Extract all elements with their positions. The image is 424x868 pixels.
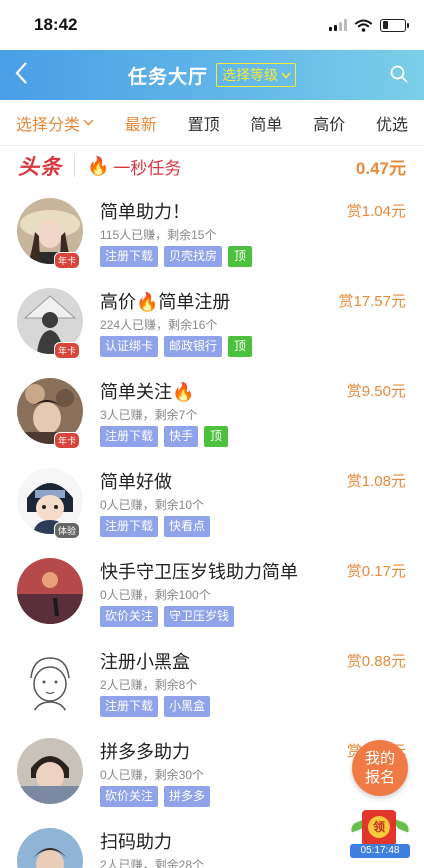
filter-latest[interactable]: 最新 [125, 111, 157, 135]
task-stats: 2人已赚，剩余28个 [100, 858, 205, 868]
headline-banner[interactable]: 头条 🔥 一秒任务 0.47元 [0, 146, 424, 186]
filter-bar: 选择分类 最新 置顶 简单 高价 优选 [0, 100, 424, 146]
filter-high-price[interactable]: 高价 [313, 111, 345, 135]
my-signups-button[interactable]: 我的 报名 [352, 740, 408, 796]
task-tag: 砍价关注 [100, 606, 159, 627]
task-tag: 快看点 [164, 516, 211, 537]
task-stats: 2人已赚，剩余8个 [100, 678, 198, 692]
task-title: 简单关注🔥 [100, 378, 194, 404]
pinned-tag: 顶 [228, 336, 253, 357]
task-title: 快手守卫压岁钱助力简单 [100, 562, 298, 582]
back-arrow-icon[interactable] [14, 61, 28, 89]
task-tags: 注册下载 小黑盒 [100, 696, 211, 717]
membership-badge: 体验 [54, 522, 81, 539]
divider [74, 155, 75, 177]
fire-icon: 🔥 [136, 292, 159, 312]
task-item[interactable]: 年卡 简单助力！ 115人已赚，剩余15个 赏1.04元 注册下载 贝壳找房 顶 [0, 186, 424, 276]
chevron-down-icon [83, 119, 94, 126]
filter-pinned[interactable]: 置顶 [188, 111, 220, 135]
task-stats: 115人已赚，剩余15个 [100, 228, 217, 242]
filter-category[interactable]: 选择分类 [16, 111, 94, 135]
task-title: 扫码助力 [100, 832, 172, 852]
avatar [17, 558, 83, 624]
task-tags: 注册下载 贝壳找房 顶 [100, 246, 253, 267]
wifi-icon [355, 19, 372, 32]
task-item[interactable]: 快手守卫压岁钱助力简单 0人已赚，剩余100个 赏0.17元 砍价关注 守卫压岁… [0, 546, 424, 636]
task-reward: 赏1.08元 [346, 473, 406, 490]
task-title: 简单好做 [100, 472, 172, 492]
task-tags: 砍价关注 守卫压岁钱 [100, 606, 235, 627]
task-stats: 224人已赚，剩余16个 [100, 318, 218, 332]
task-stats: 3人已赚，剩余7个 [100, 408, 198, 422]
task-stats: 0人已赚，剩余100个 [100, 588, 211, 602]
fire-icon: 🔥 [87, 155, 110, 176]
status-icons [329, 18, 409, 32]
task-title-part: 简单注册 [158, 292, 231, 312]
task-tags: 砍价关注 拼多多 [100, 786, 211, 807]
membership-badge: 年卡 [54, 342, 81, 359]
task-title: 拼多多助力 [100, 742, 190, 762]
headline-text: 一秒任务 [113, 158, 182, 178]
task-title: 简单助力！ [100, 202, 190, 222]
avatar [17, 828, 83, 868]
membership-badge: 年卡 [54, 432, 81, 449]
task-stats: 0人已赚，剩余10个 [100, 498, 205, 512]
task-tags: 认证绑卡 邮政银行 顶 [100, 336, 253, 357]
task-tag: 小黑盒 [164, 696, 211, 717]
task-item[interactable]: 年卡 简单关注🔥 3人已赚，剩余7个 赏9.50元 注册下载 快手 顶 [0, 366, 424, 456]
avatar [17, 738, 83, 804]
task-tag: 注册下载 [100, 246, 159, 267]
task-tag: 注册下载 [100, 696, 159, 717]
battery-icon [380, 18, 409, 32]
red-packet-widget[interactable]: 领 05:17:48 [349, 808, 411, 858]
filter-category-label: 选择分类 [16, 116, 81, 134]
task-tag: 注册下载 [100, 426, 159, 447]
filter-simple[interactable]: 简单 [250, 111, 282, 135]
search-icon[interactable] [390, 65, 408, 83]
task-tag: 认证绑卡 [100, 336, 159, 357]
task-tag: 贝壳找房 [164, 246, 223, 267]
pinned-tag: 顶 [204, 426, 229, 447]
task-title: 高价🔥简单注册 [100, 288, 230, 314]
signal-icon [329, 19, 347, 31]
task-reward: 赏1.04元 [346, 203, 406, 220]
headline-price: 0.47元 [355, 158, 406, 178]
task-item[interactable]: 年卡 高价🔥简单注册 224人已赚，剩余16个 赏17.57元 认证绑卡 邮政银… [0, 276, 424, 366]
task-title-part: 简单关注 [100, 382, 172, 402]
task-tags: 注册下载 快手 顶 [100, 426, 229, 447]
task-item[interactable]: 体验 简单好做 0人已赚，剩余10个 赏1.08元 注册下载 快看点 [0, 456, 424, 546]
status-time: 18:42 [34, 15, 78, 34]
task-tag: 注册下载 [100, 516, 159, 537]
task-stats: 0人已赚，剩余30个 [100, 768, 205, 782]
membership-badge: 年卡 [54, 252, 81, 269]
fire-icon: 🔥 [172, 382, 195, 402]
task-item[interactable]: 注册小黑盒 2人已赚，剩余8个 赏0.88元 注册下载 小黑盒 [0, 636, 424, 726]
status-bar: 18:42 [0, 0, 424, 50]
task-title: 注册小黑盒 [100, 652, 190, 672]
task-tags: 注册下载 快看点 [100, 516, 211, 537]
page-title: 任务大厅 [127, 66, 208, 88]
task-tag: 拼多多 [164, 786, 211, 807]
filter-preferred[interactable]: 优选 [376, 111, 408, 135]
task-reward: 赏0.88元 [346, 653, 406, 670]
red-packet-label: 领 [368, 816, 390, 838]
task-tag: 守卫压岁钱 [164, 606, 235, 627]
countdown-timer: 05:17:48 [350, 844, 410, 858]
task-title-part: 高价 [100, 292, 136, 312]
signup-label-line1: 我的 [364, 750, 395, 767]
avatar [17, 648, 83, 714]
pinned-tag: 顶 [228, 246, 253, 267]
task-reward: 赏0.17元 [346, 563, 406, 580]
task-tag: 砍价关注 [100, 786, 159, 807]
task-tag: 快手 [164, 426, 199, 447]
task-reward: 赏9.50元 [346, 383, 406, 400]
headline-badge: 头条 [18, 156, 62, 179]
level-select-button[interactable]: 选择等级 [216, 63, 296, 87]
level-select-label: 选择等级 [222, 67, 278, 83]
nav-bar: 任务大厅 选择等级 [0, 50, 424, 100]
task-reward: 赏17.57元 [338, 293, 406, 310]
chevron-down-icon [281, 71, 291, 79]
task-tag: 邮政银行 [164, 336, 223, 357]
signup-label-line2: 报名 [364, 769, 395, 786]
